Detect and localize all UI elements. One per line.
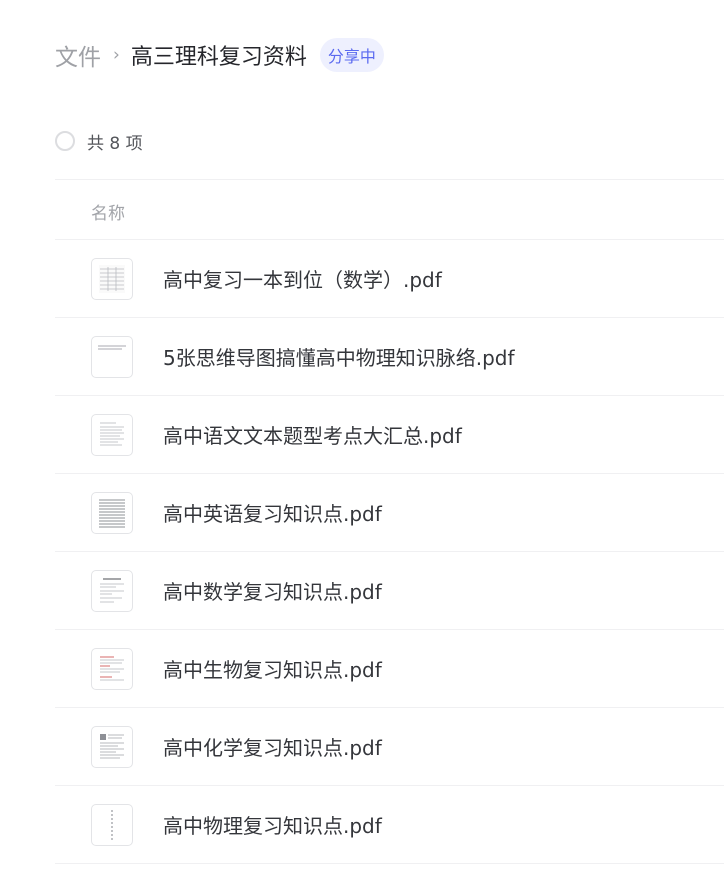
select-all-radio-circle-icon[interactable] bbox=[55, 131, 75, 151]
file-list: 高中复习一本到位（数学）.pdf 5张思维导图搞懂高中物理知识脉络.pdf 高中语文… bbox=[55, 240, 724, 864]
file-row[interactable]: 高中英语复习知识点.pdf bbox=[55, 474, 724, 552]
file-row[interactable]: 高中数学复习知识点.pdf bbox=[55, 552, 724, 630]
page-title: 高三理科复习资料 bbox=[130, 45, 307, 70]
file-name[interactable]: 高中物理复习知识点.pdf bbox=[163, 810, 382, 839]
file-row[interactable]: 高中生物复习知识点.pdf bbox=[55, 630, 724, 708]
file-name[interactable]: 高中语文文本题型考点大汇总.pdf bbox=[163, 420, 462, 449]
file-name[interactable]: 高中英语复习知识点.pdf bbox=[163, 498, 382, 527]
divider bbox=[55, 179, 724, 180]
file-row[interactable]: 高中语文文本题型考点大汇总.pdf bbox=[55, 396, 724, 474]
file-row[interactable]: 5张思维导图搞懂高中物理知识脉络.pdf bbox=[55, 318, 724, 396]
pdf-thumbnail-icon bbox=[91, 335, 133, 378]
file-share-page: 文件 › 高三理科复习资料 分享中 共 8 项 名称 高中复习一本到位（数学）.… bbox=[0, 0, 724, 880]
file-row[interactable]: 高中物理复习知识点.pdf bbox=[55, 786, 724, 864]
column-header-name: 名称 bbox=[91, 204, 125, 224]
breadcrumb-root-link[interactable]: 文件 bbox=[55, 38, 101, 72]
file-name[interactable]: 高中化学复习知识点.pdf bbox=[163, 732, 382, 761]
pdf-thumbnail-icon bbox=[91, 569, 133, 612]
breadcrumb-separator-icon: › bbox=[113, 45, 120, 65]
selection-bar: 共 8 项 bbox=[55, 128, 143, 154]
pdf-thumbnail-icon bbox=[91, 725, 133, 768]
file-name[interactable]: 高中生物复习知识点.pdf bbox=[163, 654, 382, 683]
sharing-status-badge: 分享中 bbox=[319, 38, 384, 72]
file-row[interactable]: 高中复习一本到位（数学）.pdf bbox=[55, 240, 724, 318]
file-row[interactable]: 高中化学复习知识点.pdf bbox=[55, 708, 724, 786]
item-count: 共 8 项 bbox=[87, 133, 143, 154]
file-name[interactable]: 5张思维导图搞懂高中物理知识脉络.pdf bbox=[163, 342, 515, 371]
pdf-thumbnail-icon bbox=[91, 647, 133, 690]
pdf-thumbnail-icon bbox=[91, 491, 133, 534]
pdf-thumbnail-icon bbox=[91, 803, 133, 846]
file-name[interactable]: 高中复习一本到位（数学）.pdf bbox=[163, 264, 442, 293]
breadcrumb: 文件 › 高三理科复习资料 分享中 bbox=[55, 34, 384, 76]
pdf-thumbnail-icon bbox=[91, 257, 133, 300]
pdf-thumbnail-icon bbox=[91, 413, 133, 456]
file-name[interactable]: 高中数学复习知识点.pdf bbox=[163, 576, 382, 605]
